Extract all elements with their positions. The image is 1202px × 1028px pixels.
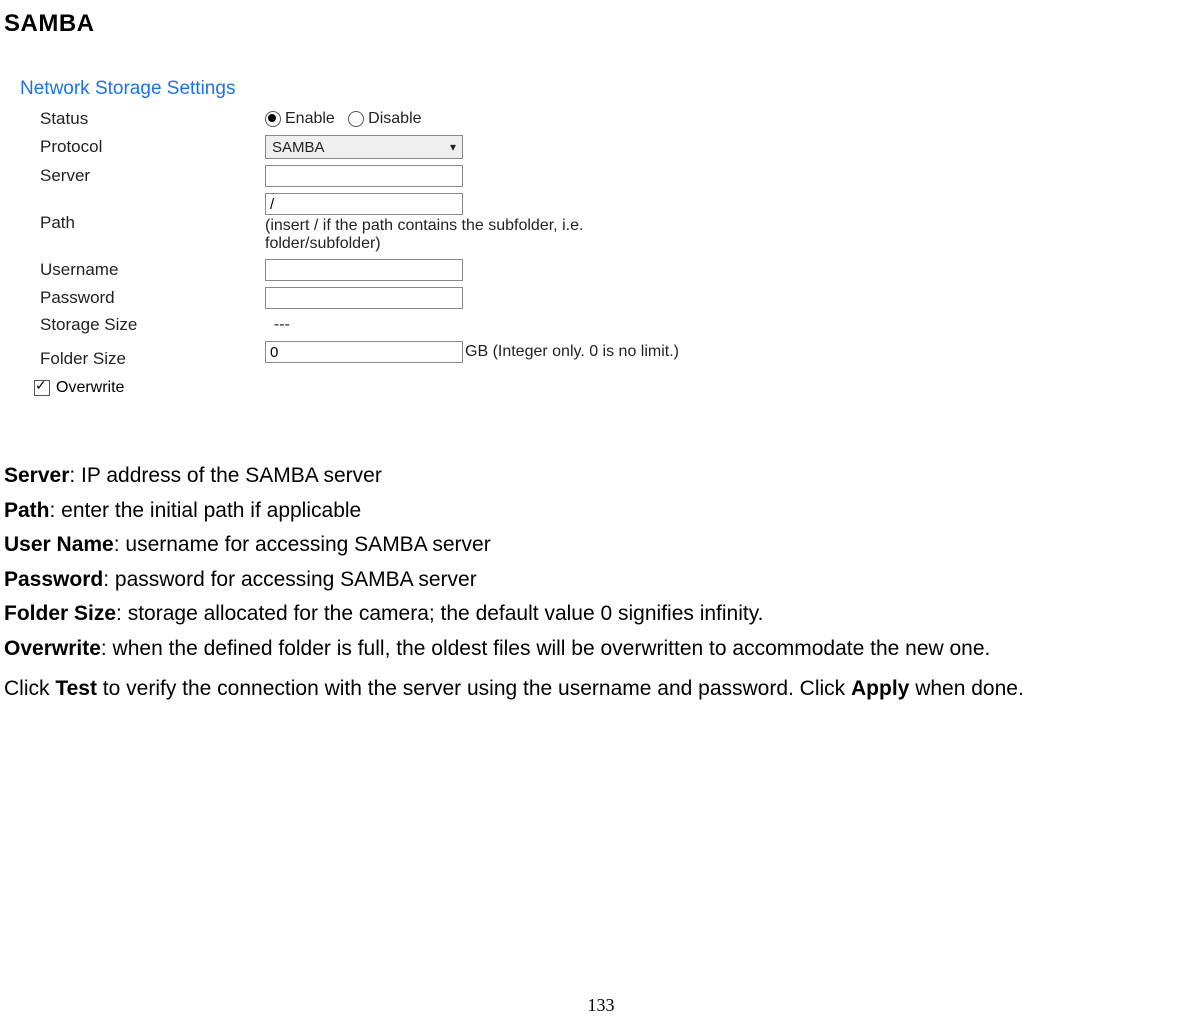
desc-folder-txt: : storage allocated for the camera; the … <box>116 602 763 625</box>
folder-size-input[interactable] <box>265 341 463 363</box>
row-username: Username <box>20 256 740 284</box>
chevron-down-icon: ▾ <box>450 140 456 154</box>
status-disable-radio[interactable] <box>348 111 364 127</box>
server-label: Server <box>20 166 265 186</box>
desc-user-txt: : username for accessing SAMBA server <box>114 533 491 556</box>
status-enable-text: Enable <box>285 110 335 127</box>
password-label: Password <box>20 288 265 308</box>
password-input[interactable] <box>265 287 463 309</box>
row-storage-size: Storage Size --- <box>20 312 740 338</box>
desc-server-txt: : IP address of the SAMBA server <box>69 464 381 487</box>
description-block: Server: IP address of the SAMBA server P… <box>4 460 1184 706</box>
desc-pass-key: Password <box>4 568 103 591</box>
desc-final-apply: Apply <box>851 677 909 700</box>
path-label: Path <box>20 193 265 233</box>
panel-title: Network Storage Settings <box>20 78 740 100</box>
row-status: Status Enable Disable <box>20 106 740 132</box>
desc-final-pre: Click <box>4 677 55 700</box>
storage-size-label: Storage Size <box>20 315 265 335</box>
username-label: Username <box>20 260 265 280</box>
row-path: Path (insert / if the path contains the … <box>20 190 740 256</box>
desc-final-test: Test <box>55 677 97 700</box>
desc-final-mid: to verify the connection with the server… <box>97 677 851 700</box>
folder-size-hint: GB (Integer only. 0 is no limit.) <box>465 343 679 360</box>
row-overwrite: Overwrite <box>20 376 740 400</box>
protocol-select-value: SAMBA <box>272 139 325 156</box>
path-hint: (insert / if the path contains the subfo… <box>265 217 645 253</box>
overwrite-checkbox[interactable] <box>34 380 50 396</box>
protocol-label: Protocol <box>20 137 265 157</box>
desc-server-key: Server <box>4 464 69 487</box>
desc-path-txt: : enter the initial path if applicable <box>50 499 362 522</box>
path-input[interactable] <box>265 193 463 215</box>
desc-pass-txt: : password for accessing SAMBA server <box>103 568 476 591</box>
row-password: Password <box>20 284 740 312</box>
protocol-select[interactable]: SAMBA ▾ <box>265 135 463 159</box>
desc-path-key: Path <box>4 499 50 522</box>
overwrite-label: Overwrite <box>56 379 124 397</box>
server-input[interactable] <box>265 165 463 187</box>
desc-over-txt: : when the defined folder is full, the o… <box>101 637 991 660</box>
row-folder-size: Folder Size GB (Integer only. 0 is no li… <box>20 338 740 372</box>
network-storage-panel: Network Storage Settings Status Enable D… <box>20 78 740 400</box>
row-protocol: Protocol SAMBA ▾ <box>20 132 740 162</box>
desc-final-post: when done. <box>909 677 1023 700</box>
storage-size-value: --- <box>274 316 290 333</box>
status-label: Status <box>20 109 265 129</box>
page-heading: SAMBA <box>4 10 1202 38</box>
status-disable-text: Disable <box>368 110 421 127</box>
folder-size-label: Folder Size <box>20 341 265 369</box>
status-enable-radio[interactable] <box>265 111 281 127</box>
username-input[interactable] <box>265 259 463 281</box>
row-server: Server <box>20 162 740 190</box>
desc-folder-key: Folder Size <box>4 602 116 625</box>
page-number: 133 <box>0 995 1202 1016</box>
desc-user-key: User Name <box>4 533 114 556</box>
desc-over-key: Overwrite <box>4 637 101 660</box>
